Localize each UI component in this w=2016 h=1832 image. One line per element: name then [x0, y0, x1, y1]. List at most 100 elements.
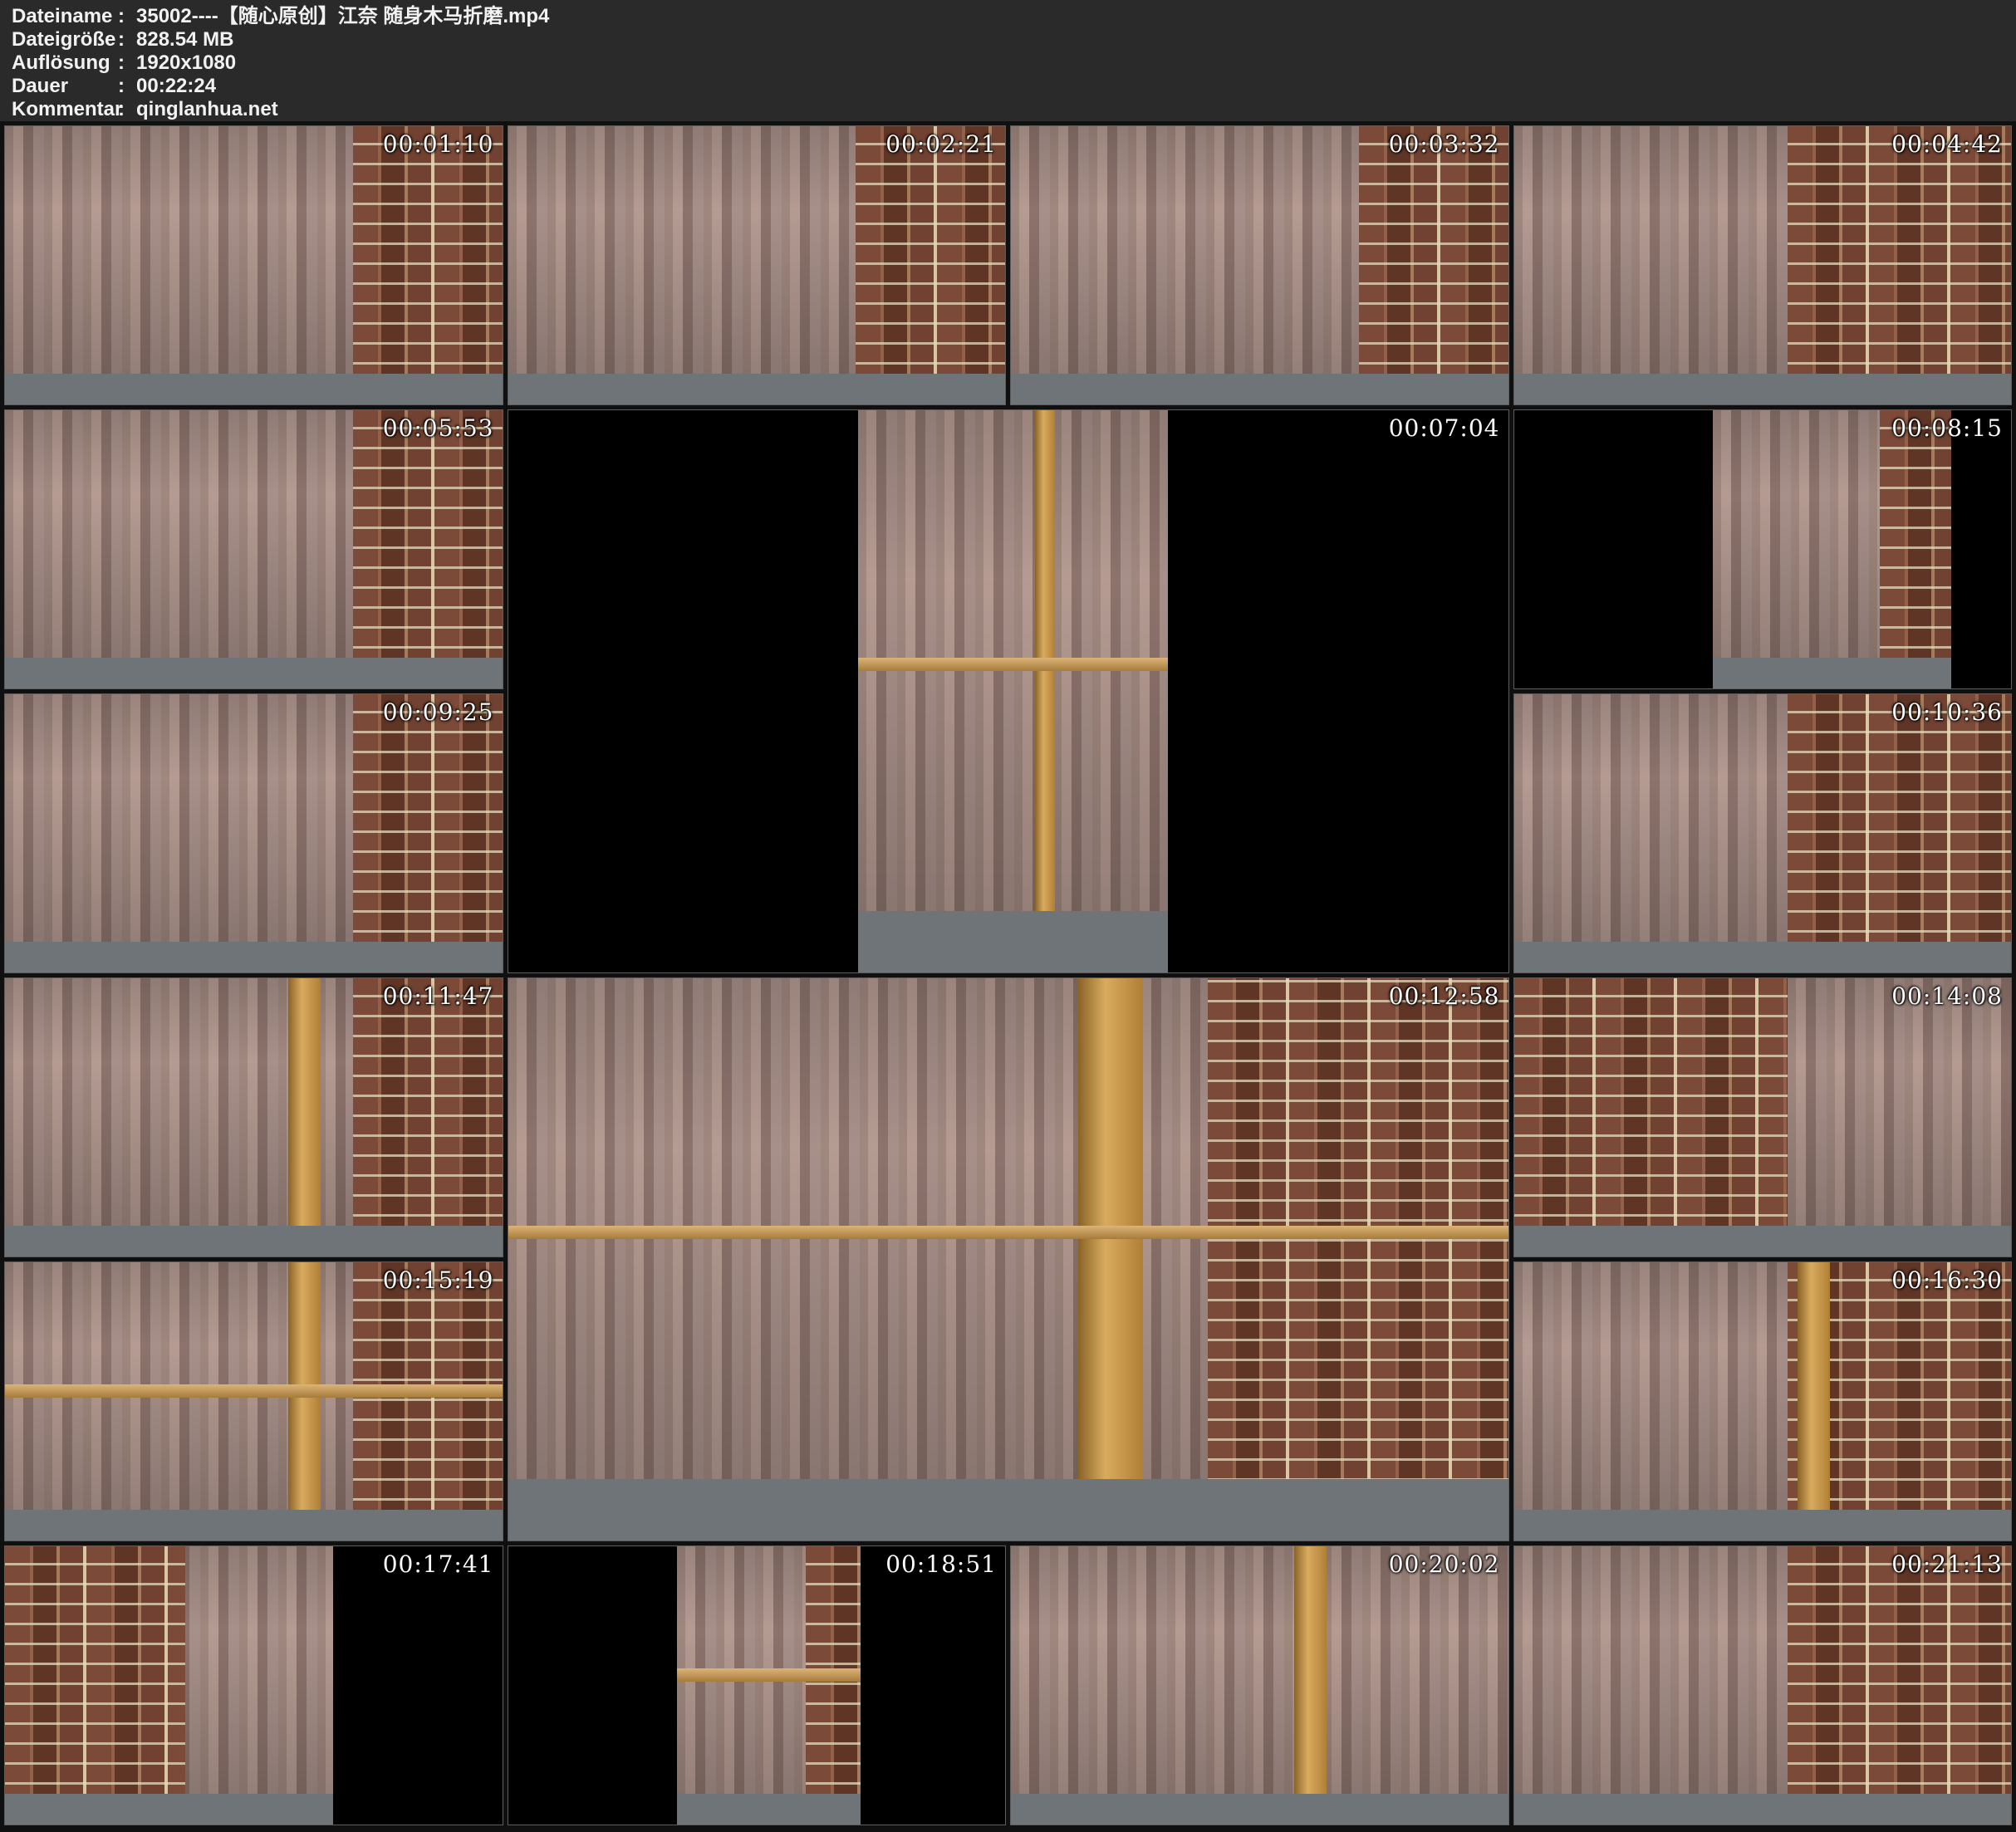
brick-texture — [1788, 1546, 2011, 1825]
scene-placeholder — [508, 978, 1508, 1541]
scene-placeholder — [858, 410, 1168, 972]
floor-strip — [1514, 942, 2012, 972]
wood-pole — [1035, 410, 1055, 972]
video-thumbnail: 00:09:25 — [4, 693, 503, 973]
meta-label: Dateigröße — [12, 28, 118, 51]
meta-row-filename: Dateiname : 35002----【随心原创】江奈 随身木马折磨.mp4 — [12, 5, 2016, 28]
scene-placeholder — [508, 126, 1006, 404]
meta-value-duration: 00:22:24 — [136, 75, 2016, 98]
timestamp-overlay: 00:20:02 — [1389, 1550, 1500, 1578]
video-thumbnail: 00:01:10 — [4, 125, 503, 405]
brick-texture — [1788, 126, 2011, 404]
video-thumbnail: 00:20:02 — [1010, 1545, 1509, 1825]
brick-texture — [353, 126, 503, 404]
floor-strip — [1011, 374, 1508, 404]
meta-colon: : — [118, 28, 136, 51]
timestamp-overlay: 00:10:36 — [1891, 698, 2003, 726]
video-thumbnail: 00:03:32 — [1010, 125, 1509, 405]
metadata-header: Dateiname : 35002----【随心原创】江奈 随身木马折磨.mp4… — [0, 0, 2016, 121]
timestamp-overlay: 00:15:19 — [383, 1266, 494, 1294]
floor-strip — [858, 911, 1168, 972]
scene-placeholder — [5, 1546, 333, 1825]
wood-pole — [1798, 1262, 1830, 1541]
timestamp-overlay: 00:12:58 — [1389, 982, 1500, 1010]
video-thumbnail: 00:17:41 — [4, 1545, 503, 1825]
floor-strip — [5, 1510, 503, 1541]
meta-colon: : — [118, 5, 136, 28]
brick-texture — [1208, 978, 1508, 1541]
brick-texture — [1514, 978, 1788, 1256]
scene-placeholder — [5, 126, 503, 404]
video-thumbnail: 00:11:47 — [4, 977, 503, 1257]
scene-placeholder — [1011, 126, 1508, 404]
video-thumbnail: 00:04:42 — [1513, 125, 2013, 405]
scene-placeholder — [5, 978, 503, 1256]
scene-placeholder — [1514, 1262, 2012, 1541]
thumbnail-grid: 00:01:10 00:02:21 00:03:32 00:04 — [0, 121, 2016, 1832]
brick-texture — [1359, 126, 1508, 404]
video-thumbnail: 00:05:53 — [4, 409, 503, 689]
scene-placeholder — [5, 694, 503, 972]
meta-colon: : — [118, 75, 136, 98]
video-thumbnail: 00:16:30 — [1513, 1261, 2013, 1541]
timestamp-overlay: 00:08:15 — [1891, 414, 2003, 442]
video-thumbnail: 00:14:08 — [1513, 977, 2013, 1257]
timestamp-overlay: 00:14:08 — [1891, 982, 2003, 1010]
video-thumbnail-large: 00:07:04 — [508, 409, 1509, 973]
wood-pole — [288, 1262, 321, 1541]
meta-label: Auflösung — [12, 51, 118, 75]
meta-label: Kommentar — [12, 98, 118, 121]
meta-row-resolution: Auflösung : 1920x1080 — [12, 51, 2016, 75]
brick-texture — [1880, 410, 1951, 688]
video-thumbnail: 00:15:19 — [4, 1261, 503, 1541]
video-thumbnail: 00:02:21 — [508, 125, 1007, 405]
meta-row-duration: Dauer : 00:22:24 — [12, 75, 2016, 98]
brick-texture — [856, 126, 1005, 404]
meta-row-filesize: Dateigröße : 828.54 MB — [12, 28, 2016, 51]
meta-value-resolution: 1920x1080 — [136, 51, 2016, 75]
curtain-texture — [858, 410, 1168, 972]
scene-placeholder — [1514, 126, 2012, 404]
wood-bar — [5, 1384, 503, 1398]
meta-row-comment: Kommentar : qinglanhua.net — [12, 98, 2016, 121]
meta-colon: : — [118, 98, 136, 121]
timestamp-overlay: 00:01:10 — [383, 130, 494, 158]
video-thumbnail: 00:18:51 — [508, 1545, 1007, 1825]
floor-strip — [5, 942, 503, 972]
floor-strip — [5, 1226, 503, 1256]
brick-texture — [1788, 694, 2011, 972]
floor-strip — [5, 658, 503, 688]
floor-strip — [1514, 1510, 2012, 1541]
timestamp-overlay: 00:18:51 — [885, 1550, 997, 1578]
wood-bar — [677, 1668, 861, 1682]
floor-strip — [508, 1479, 1508, 1541]
video-thumbnail: 00:08:15 — [1513, 409, 2013, 689]
meta-label: Dauer — [12, 75, 118, 98]
video-thumbnail-large: 00:12:58 — [508, 977, 1509, 1541]
brick-texture — [353, 694, 503, 972]
brick-texture — [353, 410, 503, 688]
timestamp-overlay: 00:03:32 — [1389, 130, 1500, 158]
scene-placeholder — [1514, 1546, 2012, 1825]
wood-bar — [858, 658, 1168, 671]
floor-strip — [5, 374, 503, 404]
floor-strip — [1514, 1794, 2012, 1825]
timestamp-overlay: 00:16:30 — [1891, 1266, 2003, 1294]
scene-placeholder — [5, 410, 503, 688]
wood-pole — [1294, 1546, 1327, 1825]
timestamp-overlay: 00:17:41 — [383, 1550, 494, 1578]
scene-placeholder — [1713, 410, 1951, 688]
meta-colon: : — [118, 51, 136, 75]
wood-pole — [288, 978, 321, 1256]
floor-strip — [1514, 374, 2012, 404]
timestamp-overlay: 00:21:13 — [1891, 1550, 2003, 1578]
brick-texture — [353, 1262, 503, 1541]
wood-pole — [1078, 978, 1143, 1541]
floor-strip — [1514, 1226, 2012, 1256]
scene-placeholder — [1514, 694, 2012, 972]
brick-texture — [5, 1546, 185, 1825]
brick-texture — [806, 1546, 861, 1825]
floor-strip — [677, 1794, 861, 1825]
scene-placeholder — [677, 1546, 861, 1825]
video-thumbnail: 00:21:13 — [1513, 1545, 2013, 1825]
